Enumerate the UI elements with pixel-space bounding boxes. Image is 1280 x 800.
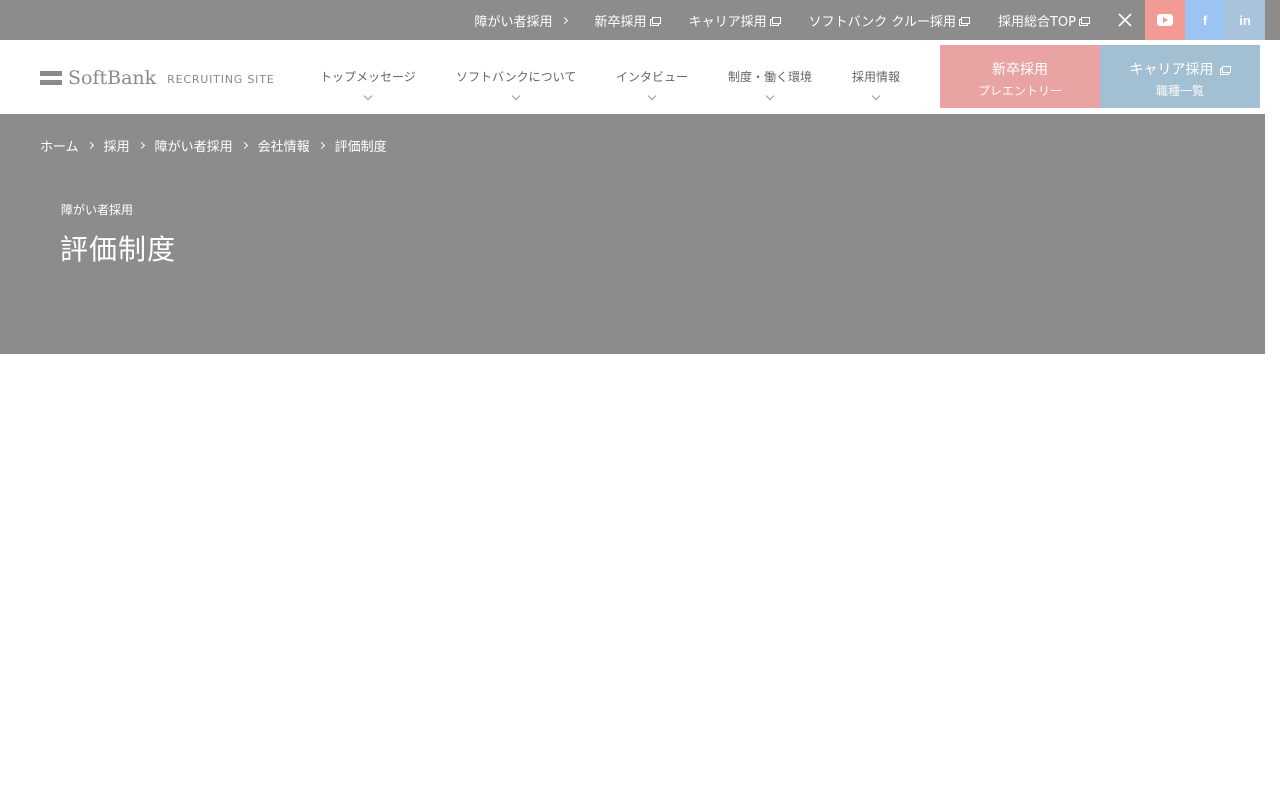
chevron-right-icon (86, 141, 94, 150)
chevron-right-icon (240, 141, 248, 150)
page-title: 評価制度 (60, 233, 177, 266)
util-link-newgrad[interactable]: 新卒採用 (595, 11, 661, 30)
scrollbar-track[interactable] (1265, 114, 1280, 800)
nav-label: 採用情報 (852, 70, 901, 84)
chevron-down-icon (647, 91, 657, 101)
util-link-crew[interactable]: ソフトバンク クルー採用 (809, 11, 970, 30)
page-eyebrow: 障がい者採用 (61, 203, 134, 217)
logo-subtitle: RECRUITING SITE (167, 73, 275, 86)
breadcrumb: ホーム 採用 障がい者採用 会社情報 評価制度 (40, 136, 387, 155)
util-link-label: キャリア採用 (688, 14, 767, 30)
social-facebook-button[interactable]: f (1185, 0, 1225, 40)
facebook-icon: f (1202, 12, 1208, 28)
career-jobs-button[interactable]: キャリア採用 職種一覧 (1100, 45, 1260, 108)
nav-label: インタビュー (616, 70, 689, 84)
social-youtube-button[interactable] (1145, 0, 1185, 40)
external-link-icon (1081, 16, 1090, 24)
breadcrumb-home[interactable]: ホーム (40, 136, 79, 155)
softbank-logo[interactable]: SoftBank RECRUITING SITE (40, 67, 275, 89)
external-link-icon (1221, 65, 1231, 73)
util-link-career[interactable]: キャリア採用 (689, 11, 781, 30)
nav-label: ソフトバンクについて (456, 70, 577, 84)
util-link-label: 新卒採用 (594, 14, 647, 30)
chevron-down-icon (511, 91, 521, 101)
cta-subtitle: プレエントリー (977, 84, 1062, 98)
chevron-down-icon (871, 91, 881, 101)
util-link-recruit-top[interactable]: 採用総合TOP (998, 11, 1090, 30)
nav-label: 制度・働く環境 (728, 70, 813, 84)
util-link-disability[interactable]: 障がい者採用 (474, 11, 568, 30)
utility-bar: 障がい者採用 新卒採用 キャリア採用 ソフトバンク クルー採用 採用総合TOP … (0, 0, 1280, 40)
util-link-label: 採用総合TOP (997, 14, 1076, 30)
logo-wordmark: SoftBank (68, 67, 157, 89)
external-link-icon (960, 16, 970, 24)
x-icon (1118, 13, 1132, 27)
page-hero: ホーム 採用 障がい者採用 会社情報 評価制度 障がい者採用 評価制度 (0, 114, 1265, 354)
logo-mark-icon (40, 70, 62, 86)
chevron-down-icon (363, 91, 373, 101)
newgrad-entry-button[interactable]: 新卒採用 プレエントリー (940, 45, 1100, 108)
main-header: SoftBank RECRUITING SITE トップメッセージ ソフトバンク… (0, 40, 1280, 114)
nav-recruit-info[interactable]: 採用情報 (852, 68, 901, 101)
social-x-button[interactable] (1105, 0, 1145, 40)
nav-interview[interactable]: インタビュー (616, 68, 689, 101)
nav-label: トップメッセージ (320, 70, 416, 84)
chevron-down-icon (765, 91, 775, 101)
youtube-icon (1157, 14, 1173, 26)
util-link-label: ソフトバンク クルー採用 (808, 14, 956, 30)
breadcrumb-disability[interactable]: 障がい者採用 (155, 136, 233, 155)
cta-title: キャリア採用 (1129, 62, 1214, 78)
social-linkedin-button[interactable]: in (1225, 0, 1265, 40)
breadcrumb-recruit[interactable]: 採用 (104, 136, 130, 155)
chevron-right-icon (560, 16, 568, 24)
cta-title: 新卒採用 (992, 62, 1048, 78)
external-link-icon (651, 16, 661, 24)
cta-subtitle: 職種一覧 (1155, 84, 1204, 98)
util-link-label: 障がい者採用 (474, 14, 553, 30)
breadcrumb-company[interactable]: 会社情報 (258, 136, 310, 155)
external-link-icon (771, 16, 781, 24)
breadcrumb-current: 評価制度 (334, 140, 387, 155)
chevron-right-icon (317, 141, 325, 150)
nav-top-message[interactable]: トップメッセージ (320, 68, 416, 101)
utility-links: 障がい者採用 新卒採用 キャリア採用 ソフトバンク クルー採用 採用総合TOP (447, 0, 1090, 40)
linkedin-icon: in (1239, 12, 1251, 28)
chevron-right-icon (137, 141, 145, 150)
nav-system-environment[interactable]: 制度・働く環境 (728, 68, 813, 101)
nav-about-softbank[interactable]: ソフトバンクについて (456, 68, 577, 101)
